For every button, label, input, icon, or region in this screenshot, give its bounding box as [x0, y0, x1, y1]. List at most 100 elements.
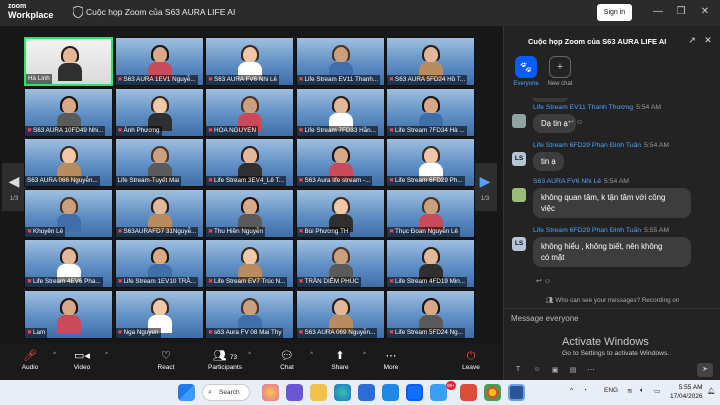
participant-name-text: Bùi Phương TH: [304, 227, 349, 235]
battery-icon[interactable]: ▭: [654, 387, 660, 395]
message-actions[interactable]: ↩ ☺: [568, 118, 583, 126]
zalo-icon[interactable]: [430, 384, 447, 401]
sign-in-button[interactable]: Sign in: [597, 4, 632, 21]
participant-tile[interactable]: ✖ S63 AURA 10FD49 Nhi...: [24, 87, 113, 137]
copilot-icon[interactable]: [262, 384, 279, 401]
close-icon[interactable]: ✕: [702, 35, 714, 47]
windows-start-icon[interactable]: [178, 384, 195, 401]
share-button[interactable]: ⬆ Share ^: [318, 348, 366, 378]
participant-tile[interactable]: ✖ Life Stream 4FD19 Min...: [386, 239, 475, 288]
participant-tile[interactable]: ✖ Life Stream EV7 Trúc N...: [205, 239, 294, 288]
reply-icon[interactable]: ↩: [536, 278, 542, 285]
participant-tile[interactable]: ✖ Life Stream 6FD29 Ph...: [386, 138, 475, 187]
emoji-react-icon[interactable]: ☺: [544, 278, 551, 285]
wifi-status-icon[interactable]: ◔: [583, 387, 587, 394]
participant-tile[interactable]: ✖ S63 AURA 1EV1 Nguyễ...: [114, 37, 204, 86]
participant-tile[interactable]: ✖ S63 AURA 069 Nguyễn...: [295, 289, 385, 339]
participant-tile[interactable]: ✖ Life Stream 5FD24 Ng...: [386, 289, 475, 339]
screenshot-icon[interactable]: ▣: [550, 366, 560, 376]
message-input[interactable]: Message everyone: [511, 314, 579, 323]
participant-tile[interactable]: ✖ S63AURAFD7 31Nguyễ...: [114, 188, 204, 238]
restore-icon[interactable]: ❐: [674, 5, 688, 19]
participant-tile[interactable]: ✖ Life Stream 4EV6 Pha...: [24, 239, 113, 288]
participant-tile[interactable]: ✖ Khuyên Lê: [24, 188, 113, 238]
react-button[interactable]: ♡ React: [144, 348, 188, 378]
participant-tile[interactable]: ✖ Ánh Phương: [114, 87, 204, 137]
leave-button[interactable]: ⏻ Leave: [449, 348, 493, 378]
participant-tile[interactable]: ✖ Life Stream 1EV10 TRẦ...: [114, 239, 204, 288]
send-button[interactable]: ➤: [697, 363, 713, 377]
avatar: [512, 188, 526, 202]
chevron-up-icon[interactable]: ^: [570, 387, 573, 394]
chevron-up-icon[interactable]: ^: [53, 352, 56, 358]
message-text-line: không quan tâm, k tận tâm với công: [541, 193, 666, 202]
participant-tile[interactable]: ✖ S63 Aura life stream -...: [295, 138, 385, 187]
participant-video: [147, 247, 172, 282]
more-dots-icon[interactable]: ⋯: [586, 366, 596, 376]
emoji-icon[interactable]: ☺: [532, 366, 542, 376]
participant-name: ✖ S63AURAFD7 31Nguyễ...: [115, 226, 199, 237]
participant-tile[interactable]: ✖ Life Stream 3EV4_Lê T...: [205, 138, 294, 187]
taskbar-search[interactable]: ⌕ Search: [202, 384, 250, 401]
tab-new-chat[interactable]: + New chat: [540, 56, 580, 87]
participant-tile[interactable]: ✖ Life Stream 7FD34 Hà ...: [386, 87, 475, 137]
participant-tile[interactable]: ✖ Life Stream 7FD33 Hằn...: [295, 87, 385, 137]
file-explorer-icon[interactable]: [310, 384, 327, 401]
message-actions[interactable]: ↩ ☺: [536, 277, 551, 285]
close-icon[interactable]: ✕: [698, 5, 712, 19]
participant-name-text: S63 Aura life stream -...: [304, 177, 371, 184]
notification-bell-icon[interactable]: 🔔︎: [707, 387, 715, 395]
participant-tile[interactable]: ✖ S63 AURA FV6 Nhi Lê: [205, 37, 294, 86]
chevron-up-icon[interactable]: ^: [248, 352, 251, 358]
mail-icon[interactable]: [382, 384, 399, 401]
participant-tile[interactable]: S63 AURA 066 Nguyễn...: [24, 138, 113, 187]
participant-tile[interactable]: ✖ Lam: [24, 289, 113, 339]
participant-name: ✖ Life Stream 1EV10 TRẦ...: [115, 277, 198, 287]
participant-tile[interactable]: Life Stream-Tuyết Mai: [114, 138, 204, 187]
text-format-icon[interactable]: T: [513, 366, 523, 376]
participant-tile[interactable]: ✖ s63 Aura FV 08 Mai Thy: [205, 289, 294, 339]
participant-video: [147, 45, 172, 80]
audio-button[interactable]: 🎤︎ Audio ^: [8, 348, 56, 378]
previous-page-button[interactable]: ◀ 1/3: [2, 163, 26, 211]
participant-video: [419, 146, 443, 181]
acrobat-icon[interactable]: [460, 384, 477, 401]
chat-messages[interactable]: Life Stream EV11 Thanh Thương 5:54 AM Dạ …: [504, 98, 720, 294]
recording-notice[interactable]: 👥︎ Who can see your messages? Recording …: [504, 296, 720, 304]
wifi-icon[interactable]: ≋: [627, 387, 632, 395]
participant-video: [419, 247, 443, 282]
taskbar-clock[interactable]: 5:55 AM 17/04/2026: [670, 383, 703, 401]
file-icon[interactable]: ▤: [568, 366, 578, 376]
chat-button[interactable]: 💬︎ Chat ^: [265, 348, 313, 378]
more-button[interactable]: ⋯ More: [369, 348, 413, 378]
participant-tile[interactable]: ✖ S63 AURA 5FD24 Hồ T...: [386, 37, 475, 86]
language-indicator[interactable]: ENG: [604, 387, 618, 394]
participant-tile[interactable]: ✖ Bùi Phương TH: [295, 188, 385, 238]
emoji-react-icon[interactable]: ☺: [576, 119, 583, 126]
participant-tile[interactable]: ✖ Life Stream EV11 Thanh...: [295, 37, 385, 86]
participant-tile[interactable]: ✖ TRẦN DIỄM PHÚC: [295, 239, 385, 288]
minimize-icon[interactable]: —: [651, 5, 665, 19]
participant-tile[interactable]: ✖ HOA NGUYEN: [205, 87, 294, 137]
speaker-icon[interactable]: 🔈︎: [640, 387, 644, 395]
reply-icon[interactable]: ↩: [568, 119, 574, 126]
participant-tile[interactable]: ✖ Nga Nguyen: [114, 289, 204, 339]
microphone-muted-icon: ✖: [389, 127, 395, 134]
video-button[interactable]: ▭◂ Video ^: [60, 348, 108, 378]
participant-name: ✖ TRẦN DIỄM PHÚC: [296, 277, 361, 287]
participant-tile[interactable]: Hà Linh: [24, 37, 113, 86]
teams-icon[interactable]: [286, 384, 303, 401]
chevron-up-icon[interactable]: ^: [310, 352, 313, 358]
participant-tile[interactable]: ✖ Thu Hiền Nguyễn: [205, 188, 294, 238]
word-icon[interactable]: [508, 384, 525, 401]
pop-out-icon[interactable]: ↗: [686, 35, 698, 47]
next-page-button[interactable]: ▶ 1/3: [473, 163, 497, 211]
participants-button[interactable]: 👥︎ 73 Participants ^: [203, 348, 251, 378]
participant-tile[interactable]: ✖ Thục Đoan Nguyễn Lê: [386, 188, 475, 238]
zoom-taskbar-icon[interactable]: [406, 384, 423, 401]
chevron-up-icon[interactable]: ^: [105, 352, 108, 358]
chrome-icon[interactable]: [484, 384, 501, 401]
edge-browser-icon[interactable]: [334, 384, 351, 401]
outlook-icon[interactable]: [358, 384, 375, 401]
chevron-up-icon[interactable]: ^: [363, 352, 366, 358]
